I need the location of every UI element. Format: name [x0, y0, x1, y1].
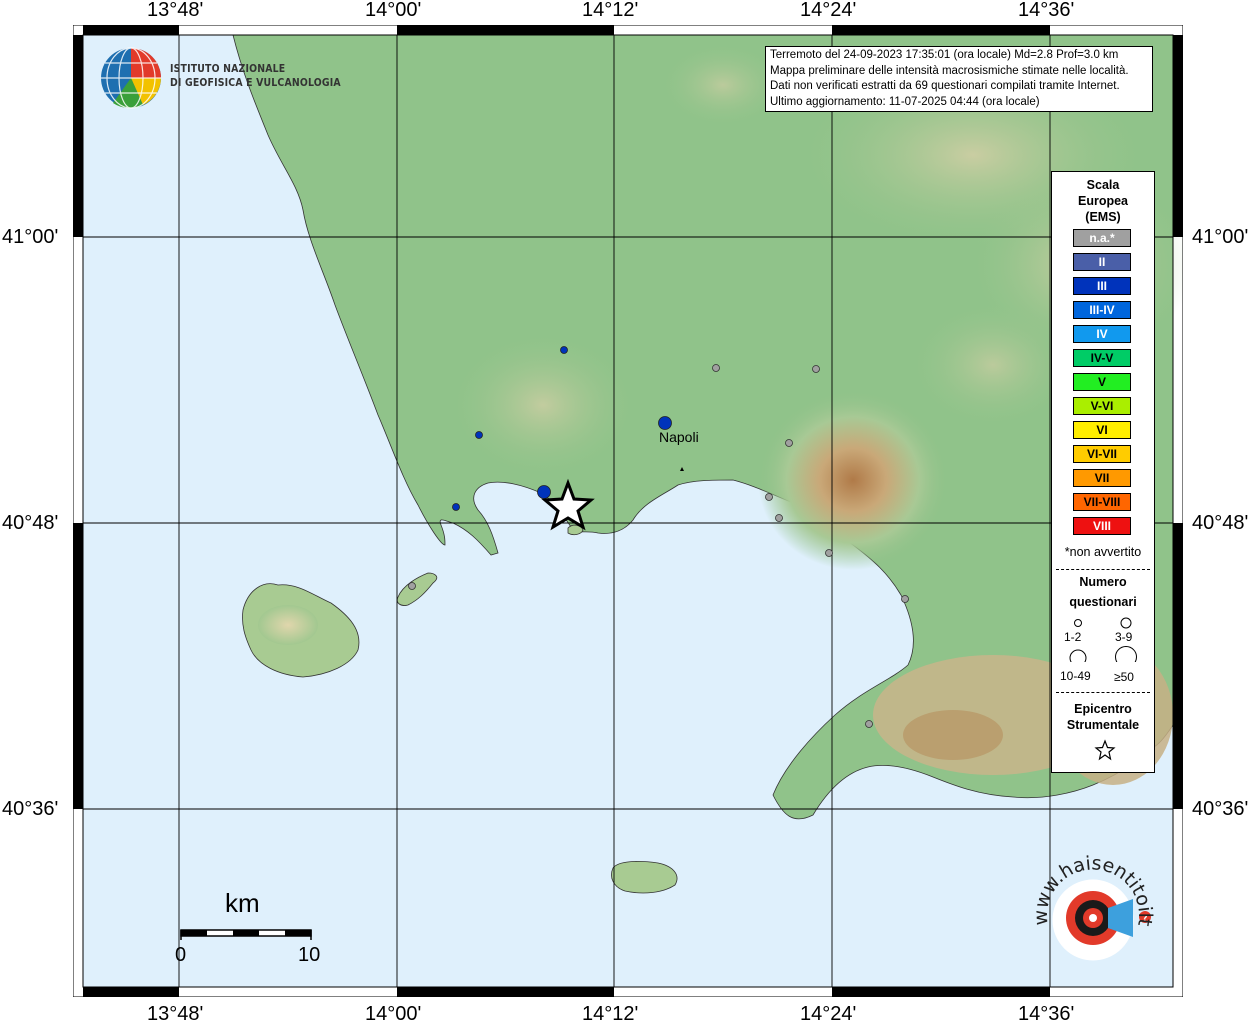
epicenter-star-icon	[1094, 739, 1116, 761]
legend-title-line1: Scala	[1086, 178, 1120, 192]
last-update: Ultimo aggiornamento: 11-07-2025 04:44 (…	[770, 95, 1040, 108]
count-title-line1: Numero	[1079, 575, 1127, 589]
ems-level-box: VIII	[1073, 517, 1131, 535]
obs-point-iii[interactable]	[475, 431, 483, 439]
obs-point-na[interactable]	[901, 595, 909, 603]
right-tick: 41°00'	[1192, 226, 1249, 248]
ems-level-box: VI	[1073, 421, 1131, 439]
legend-separator	[1056, 569, 1150, 570]
ems-level-box: n.a.*	[1073, 229, 1131, 247]
ems-level-box: VII	[1073, 469, 1131, 487]
campi-flegrei-hills	[453, 335, 633, 475]
ingv-logo	[101, 47, 161, 109]
city-label-napoli: Napoli	[659, 429, 699, 445]
obs-point-iii[interactable]	[452, 503, 460, 511]
capri	[611, 861, 678, 894]
event-line: Terremoto del 24-09-2023 17:35:01 (ora l…	[770, 49, 1119, 61]
count-1-2: 1-2	[1064, 630, 1082, 644]
obs-point-na[interactable]	[812, 365, 820, 373]
ems-level-box: IV	[1073, 325, 1131, 343]
ems-level-box: III-IV	[1073, 301, 1131, 319]
apennine-hills-3	[913, 305, 1073, 425]
bottom-tick: 13°48'	[147, 1003, 204, 1025]
top-tick: 14°36'	[1018, 0, 1075, 21]
ems-level-box: V	[1073, 373, 1131, 391]
obs-point-na[interactable]	[712, 364, 720, 372]
left-tick: 40°48'	[2, 512, 59, 534]
obs-point-iii[interactable]	[537, 485, 551, 499]
scale-end: 10	[298, 944, 321, 966]
top-tick: 14°12'	[582, 0, 639, 21]
obs-point-na[interactable]	[408, 582, 416, 590]
map: ? www.haisentitoilterremoto.it	[64, 8, 1193, 998]
legend-separator	[1056, 692, 1150, 693]
ems-level-box: V-VI	[1073, 397, 1131, 415]
scale-unit: km	[225, 888, 260, 918]
epicenter-title-line2: Strumentale	[1066, 718, 1140, 732]
data-note: Dati non verificati estratti da 69 quest…	[770, 80, 1120, 92]
not-felt-note: *non avvertito	[1064, 545, 1142, 559]
vesuvio	[758, 390, 948, 570]
legend: Scala Europea (EMS) n.a.* II III III-IV IV IV…	[1051, 171, 1155, 773]
count-50plus: ≥50	[1114, 670, 1134, 684]
obs-point-na[interactable]	[785, 439, 793, 447]
epicenter-title-line1: Epicentro	[1074, 702, 1132, 716]
top-tick: 13°48'	[147, 0, 204, 21]
obs-point-iii[interactable]	[560, 346, 568, 354]
institute-name: ISTITUTO NAZIONALE DI GEOFISICA E VULCAN…	[170, 62, 341, 90]
ems-level-box: II	[1073, 253, 1131, 271]
institute-line2: DI GEOFISICA E VULCANOLOGIA	[170, 76, 341, 89]
right-tick: 40°48'	[1192, 512, 1249, 534]
count-10-49: 10-49	[1060, 669, 1091, 683]
legend-title-line3: (EMS)	[1085, 210, 1121, 224]
count-3-9: 3-9	[1115, 630, 1133, 644]
ems-level-box: III	[1073, 277, 1131, 295]
scale-start: 0	[175, 944, 187, 966]
ems-level-box: VII-VIII	[1073, 493, 1131, 511]
top-tick: 14°00'	[365, 0, 422, 21]
count-title-line2: questionari	[1069, 595, 1137, 609]
lattari-peaks	[903, 710, 1003, 760]
ischia-hill	[258, 605, 318, 645]
left-tick: 41°00'	[2, 226, 59, 248]
obs-point-na[interactable]	[825, 549, 833, 557]
left-tick: 40°36'	[2, 798, 59, 820]
legend-title-line2: Europea	[1077, 194, 1128, 208]
event-info-box: Terremoto del 24-09-2023 17:35:01 (ora l…	[765, 46, 1153, 112]
map-svg: ? www.haisentitoilterremoto.it	[64, 8, 1193, 998]
bottom-tick: 14°24'	[800, 1003, 857, 1025]
obs-point-na[interactable]	[865, 720, 873, 728]
obs-point-iii[interactable]	[658, 416, 672, 430]
obs-point-na[interactable]	[765, 493, 773, 501]
ems-level-box: VI-VII	[1073, 445, 1131, 463]
ems-level-box: IV-V	[1073, 349, 1131, 367]
top-tick: 14°24'	[800, 0, 857, 21]
bottom-tick: 14°12'	[582, 1003, 639, 1025]
obs-point-na[interactable]	[775, 514, 783, 522]
bottom-tick: 14°36'	[1018, 1003, 1075, 1025]
bottom-tick: 14°00'	[365, 1003, 422, 1025]
map-description: Mappa preliminare delle intensità macros…	[770, 64, 1129, 77]
institute-line1: ISTITUTO NAZIONALE	[170, 62, 286, 75]
right-tick: 40°36'	[1192, 798, 1249, 820]
